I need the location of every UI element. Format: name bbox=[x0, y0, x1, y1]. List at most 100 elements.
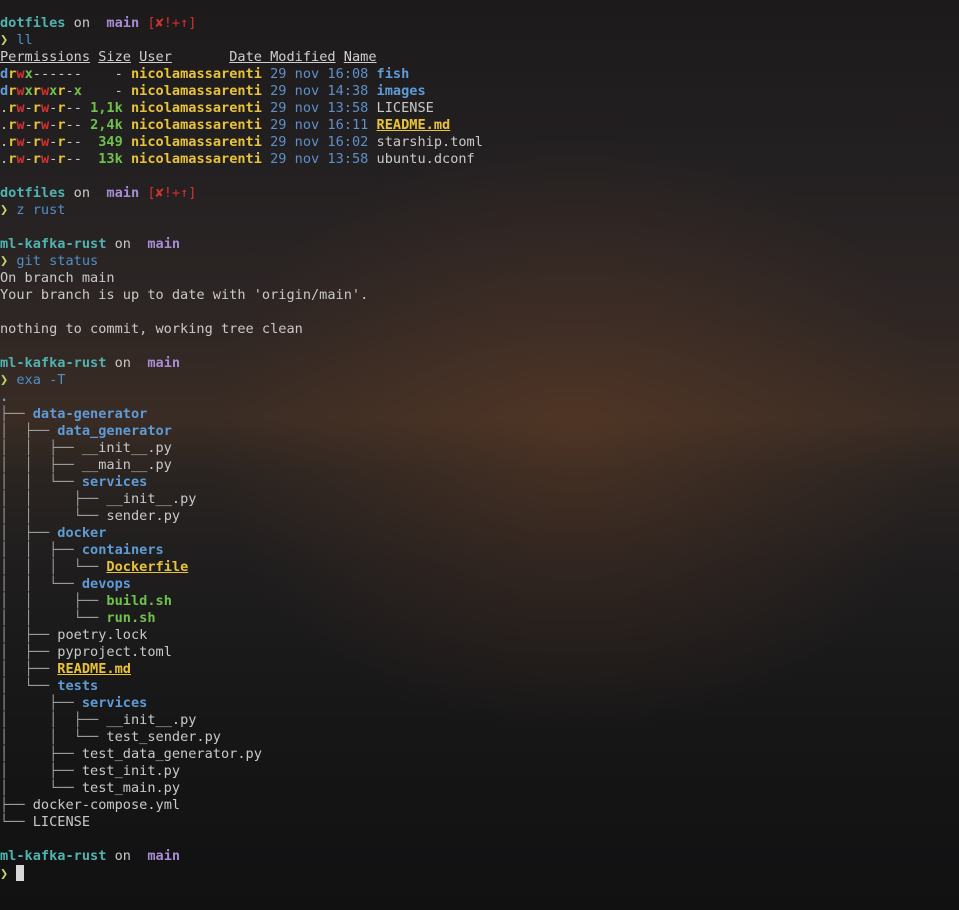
permissions-cell: .rw-rw-r-- bbox=[0, 134, 82, 150]
tree-item: │ │ ├── __init__.py bbox=[0, 440, 959, 457]
col-date: Date Modified bbox=[229, 49, 336, 65]
size-cell: 349 bbox=[98, 134, 123, 150]
tree-branch: │ │ ├── bbox=[0, 440, 82, 456]
git-branch: main bbox=[106, 185, 140, 201]
command-line: ❯ z rust bbox=[0, 202, 959, 219]
tree-item: │ │ ├── build.sh bbox=[0, 593, 959, 610]
tree-branch: │ ├── bbox=[0, 627, 58, 643]
tree-branch: │ │ └── bbox=[0, 576, 82, 592]
prompt-arrow-icon: ❯ bbox=[0, 372, 9, 388]
tree-item: │ │ └── sender.py bbox=[0, 508, 959, 525]
prompt-arrow-icon: ❯ bbox=[0, 253, 9, 269]
command-text: git status bbox=[16, 253, 99, 269]
tree-name: containers bbox=[81, 542, 164, 558]
tree-item: . bbox=[0, 389, 959, 406]
prompt-arrow-icon: ❯ bbox=[0, 866, 9, 882]
user-cell: nicolamassarenti bbox=[130, 83, 262, 99]
tree-name: Dockerfile bbox=[106, 559, 189, 575]
tree-item: │ ├── services bbox=[0, 695, 959, 712]
permissions-cell: drwx------ bbox=[0, 66, 82, 82]
table-row: .rw-rw-r-- 1,1k nicolamassarenti 29 nov … bbox=[0, 100, 959, 117]
prompt-dir: ml-kafka-rust bbox=[0, 355, 107, 371]
tree-item: │ ├── pyproject.toml bbox=[0, 644, 959, 661]
tree-branch: │ │ ├── bbox=[0, 542, 82, 558]
tree-item: │ ├── data_generator bbox=[0, 423, 959, 440]
permissions-cell: drwxrwxr-x bbox=[0, 83, 82, 99]
prompt-line: ml-kafka-rust on main bbox=[0, 848, 959, 865]
size-cell: 2,4k bbox=[90, 117, 123, 133]
active-command-line[interactable]: ❯ bbox=[0, 865, 959, 882]
tree-item: │ └── tests bbox=[0, 678, 959, 695]
tree-name: test_main.py bbox=[81, 780, 181, 796]
tree-item: │ ├── test_data_generator.py bbox=[0, 746, 959, 763]
tree-name: test_init.py bbox=[81, 763, 181, 779]
tree-name: test_data_generator.py bbox=[81, 746, 262, 762]
col-permissions: Permissions bbox=[0, 49, 91, 65]
table-row: .rw-rw-r-- 13k nicolamassarenti 29 nov 1… bbox=[0, 151, 959, 168]
col-name: Name bbox=[343, 49, 377, 65]
tree-name: build.sh bbox=[106, 593, 172, 609]
command-line: ❯ exa -T bbox=[0, 372, 959, 389]
tree-branch: ├── bbox=[0, 406, 33, 422]
command-text: exa -T bbox=[16, 372, 66, 388]
tree-name: README.md bbox=[57, 661, 131, 677]
table-row: .rw-rw-r-- 2,4k nicolamassarenti 29 nov … bbox=[0, 117, 959, 134]
prompt-dir: ml-kafka-rust bbox=[0, 236, 107, 252]
command-line: ❯ git status bbox=[0, 253, 959, 270]
command-line: ❯ ll bbox=[0, 32, 959, 49]
tree-output: . ├── data-generator │ ├── data_generator │… bbox=[0, 389, 959, 831]
prompt-on: on bbox=[106, 848, 140, 864]
tree-branch: │ └── bbox=[0, 780, 82, 796]
tree-branch: │ │ └── bbox=[0, 610, 107, 626]
table-row: drwx------ - nicolamassarenti 29 nov 16:… bbox=[0, 66, 959, 83]
tree-item: │ │ └── services bbox=[0, 474, 959, 491]
tree-branch: └── bbox=[0, 814, 33, 830]
text-cursor[interactable] bbox=[16, 865, 25, 881]
tree-name: test_sender.py bbox=[106, 729, 221, 745]
permissions-cell: .rw-rw-r-- bbox=[0, 117, 82, 133]
tree-name: tests bbox=[57, 678, 99, 694]
user-cell: nicolamassarenti bbox=[130, 151, 262, 167]
date-cell: 29 nov 16:02 bbox=[270, 134, 369, 150]
name-cell: LICENSE bbox=[376, 100, 434, 116]
tree-name: LICENSE bbox=[32, 814, 91, 830]
git-output-line: On branch main bbox=[0, 270, 115, 286]
tree-item: │ │ ├── __main__.py bbox=[0, 457, 959, 474]
tree-branch: │ ├── bbox=[0, 661, 58, 677]
tree-name: __init__.py bbox=[106, 712, 197, 728]
tree-name: docker-compose.yml bbox=[32, 797, 181, 813]
name-cell: starship.toml bbox=[376, 134, 483, 150]
prompt-dir: ml-kafka-rust bbox=[0, 848, 107, 864]
tree-item: │ │ │ └── Dockerfile bbox=[0, 559, 959, 576]
size-cell: - bbox=[114, 66, 123, 82]
tree-branch: │ │ └── bbox=[0, 508, 107, 524]
terminal-window[interactable]: dotfiles on main [✘!+↑] ❯ ll Permissions… bbox=[0, 15, 959, 882]
name-cell: images bbox=[376, 83, 426, 99]
tree-item: │ ├── README.md bbox=[0, 661, 959, 678]
prompt-line: ml-kafka-rust on main bbox=[0, 236, 959, 253]
tree-item: │ │ ├── __init__.py bbox=[0, 491, 959, 508]
prompt-on: on bbox=[65, 185, 99, 201]
git-output-line: nothing to commit, working tree clean bbox=[0, 321, 303, 337]
ll-table: drwx------ - nicolamassarenti 29 nov 16:… bbox=[0, 66, 959, 168]
tree-name: devops bbox=[81, 576, 131, 592]
table-row: drwxrwxr-x - nicolamassarenti 29 nov 14:… bbox=[0, 83, 959, 100]
tree-branch: │ │ ├── bbox=[0, 712, 107, 728]
tree-item: │ ├── test_init.py bbox=[0, 763, 959, 780]
tree-branch: │ │ ├── bbox=[0, 491, 107, 507]
date-cell: 29 nov 13:58 bbox=[270, 100, 369, 116]
prompt-line: dotfiles on main [✘!+↑] bbox=[0, 185, 959, 202]
prompt-on: on bbox=[65, 15, 99, 31]
tree-branch: │ ├── bbox=[0, 746, 82, 762]
tree-name: docker bbox=[57, 525, 107, 541]
tree-branch: │ ├── bbox=[0, 423, 58, 439]
tree-item: └── LICENSE bbox=[0, 814, 959, 831]
tree-branch: │ │ │ └── bbox=[0, 559, 107, 575]
tree-name: . bbox=[0, 389, 9, 405]
tree-branch: ├── bbox=[0, 797, 33, 813]
tree-branch: │ │ ├── bbox=[0, 457, 82, 473]
command-text: z rust bbox=[16, 202, 66, 218]
git-branch: main bbox=[106, 15, 140, 31]
prompt-dir: dotfiles bbox=[0, 185, 66, 201]
tree-item: │ │ └── test_sender.py bbox=[0, 729, 959, 746]
